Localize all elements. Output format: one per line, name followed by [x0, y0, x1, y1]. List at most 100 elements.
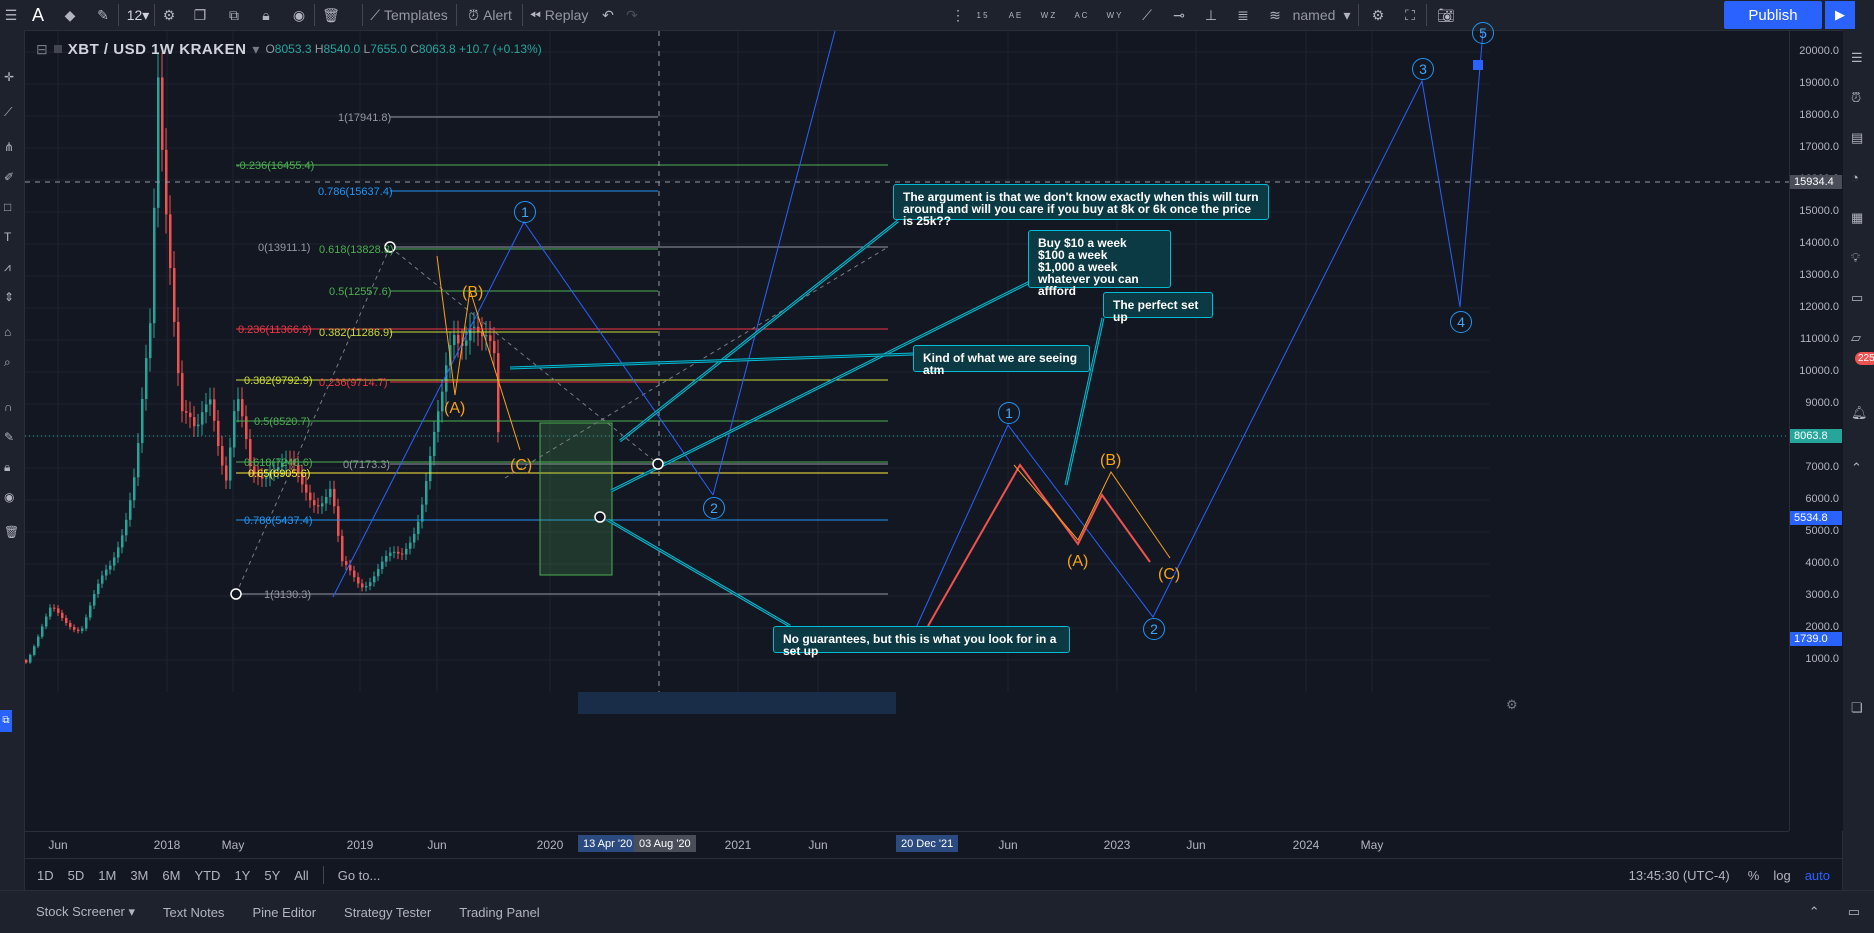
fib-level-label: -0.236(16455.4) [236, 160, 315, 172]
candle-body [497, 353, 500, 433]
symbol-dropdown-icon[interactable]: ▾ [252, 41, 259, 58]
candle-body [429, 456, 432, 482]
wave-line [332, 221, 714, 598]
tab-label: Stock Screener [36, 904, 125, 919]
candle-body [193, 417, 196, 427]
candle-body [129, 500, 132, 520]
range-1d[interactable]: 1D [37, 868, 54, 883]
callout-line [619, 220, 899, 442]
candle-body [41, 626, 44, 637]
target-zone-box [539, 422, 613, 576]
fib-level-label: 0.382(11286.9) [319, 327, 393, 339]
fib-level-label: 0.236(11366.9) [238, 324, 312, 336]
time-axis-label: 2020 [536, 838, 564, 852]
price-axis-label: 3000.0 [1805, 589, 1839, 601]
wave-label-c: (C) [510, 457, 533, 474]
symbol-title[interactable]: XBT / USD 1W KRAKEN [68, 41, 247, 58]
wave-circle-1: 1 [514, 201, 536, 223]
wave-line [914, 30, 1484, 631]
price-axis-label: 6000.0 [1805, 493, 1839, 505]
candle-body [117, 547, 120, 558]
candle-body [145, 358, 148, 400]
auto-toggle[interactable]: auto [1805, 868, 1830, 883]
tab-pine-editor[interactable]: Pine Editor [238, 905, 330, 920]
fib-level-label: 0.618(13828.3) [319, 244, 394, 256]
callout-line [1065, 317, 1104, 486]
fib-level-label: 0.5(12557.6) [329, 286, 392, 298]
candle-body [25, 660, 28, 663]
goto-button[interactable]: Go to... [338, 868, 381, 883]
time-axis-label: Jun [808, 838, 828, 852]
time-axis-label: 2024 [1292, 838, 1320, 852]
range-5y[interactable]: 5Y [264, 868, 280, 883]
candle-body [109, 565, 112, 570]
candle-body [69, 622, 72, 628]
wave-circle-1: 1 [998, 402, 1020, 424]
range-all[interactable]: All [294, 868, 308, 883]
callout-line [610, 281, 1031, 492]
candle-body [341, 535, 344, 562]
candle-body [81, 628, 84, 631]
range-1y[interactable]: 1Y [234, 868, 250, 883]
range-6m[interactable]: 6M [162, 868, 180, 883]
tab-text-notes[interactable]: Text Notes [149, 905, 238, 920]
candle-body [133, 477, 136, 501]
candle-body [213, 399, 216, 421]
candle-body [85, 617, 88, 629]
collapse-legend-icon[interactable]: ⊟ [36, 41, 48, 58]
candle-body [353, 570, 356, 578]
range-ytd[interactable]: YTD [194, 868, 220, 883]
percent-toggle[interactable]: % [1748, 868, 1760, 883]
time-axis[interactable]: Jun 2018 May 2019 Jun 2020 2021 Jun Jun 2023 Jun 20… [25, 831, 1789, 857]
time-axis-label: May [1360, 838, 1384, 852]
fib-level-label: 0.786(5437.4) [244, 515, 313, 527]
wave-label-b: (B) [1100, 452, 1122, 469]
collapse-panel-icon[interactable]: ⌃ [1795, 904, 1834, 920]
bottom-panel-bar: Stock Screener ▾ Text Notes Pine Editor … [0, 890, 1874, 933]
tab-strategy-tester[interactable]: Strategy Tester [330, 905, 445, 920]
price-tag-level: 5534.8 [1790, 511, 1842, 525]
note-no-guarantees[interactable]: No guarantees, but this is what you look… [773, 626, 1070, 657]
tab-stock-screener[interactable]: Stock Screener ▾ [22, 904, 149, 920]
candle-body [309, 492, 312, 501]
candle-body [393, 551, 396, 553]
candle-body [385, 555, 388, 562]
price-axis-label: 18000.0 [1799, 109, 1839, 121]
time-axis-label: 2019 [346, 838, 374, 852]
note-seeing-atm[interactable]: Kind of what we are seeing atm [913, 345, 1090, 376]
candle-body [397, 551, 400, 554]
tab-trading-panel[interactable]: Trading Panel [445, 905, 553, 920]
time-axis-tag: 13 Apr '20 [578, 835, 638, 852]
note-argument[interactable]: The argument is that we don't know exact… [893, 184, 1269, 227]
maximize-panel-icon[interactable]: ▭ [1834, 904, 1874, 920]
candle-body [485, 335, 488, 337]
price-axis-label: 7000.0 [1805, 461, 1839, 473]
candle-body [205, 404, 208, 413]
log-toggle[interactable]: log [1773, 868, 1790, 883]
range-1m[interactable]: 1M [98, 868, 116, 883]
ohlc-values: O8053.3 H8540.0 L7655.0 C8063.8 +10.7 (+… [265, 42, 542, 56]
wave-label-c: (C) [1158, 566, 1181, 583]
price-axis-label: 10000.0 [1799, 365, 1839, 377]
candle-body [365, 586, 368, 588]
close-value: 8063.8 [418, 42, 456, 56]
candle-body [177, 321, 180, 374]
price-tag-last: 8063.8 [1790, 429, 1842, 443]
anchor-point [652, 458, 664, 470]
candle-body [437, 411, 440, 432]
candle-body [57, 608, 60, 613]
range-3m[interactable]: 3M [130, 868, 148, 883]
candle-body [221, 446, 224, 466]
note-buy-plan[interactable]: Buy $10 a week $100 a week $1,000 a week… [1028, 230, 1171, 297]
axis-settings-icon[interactable]: ⚙ [1506, 697, 1518, 713]
candle-body [157, 77, 160, 208]
range-5d[interactable]: 5D [68, 868, 85, 883]
fib-level-label: 0.65(6905.6) [248, 468, 311, 480]
candle-body [65, 618, 68, 623]
candle-body [125, 519, 128, 536]
fib-level-label: 0.236(9714.7) [319, 377, 388, 389]
candle-body [189, 412, 192, 418]
note-perfect-setup[interactable]: The perfect set up [1103, 292, 1213, 323]
candle-body [473, 326, 476, 328]
candle-body [153, 207, 156, 324]
